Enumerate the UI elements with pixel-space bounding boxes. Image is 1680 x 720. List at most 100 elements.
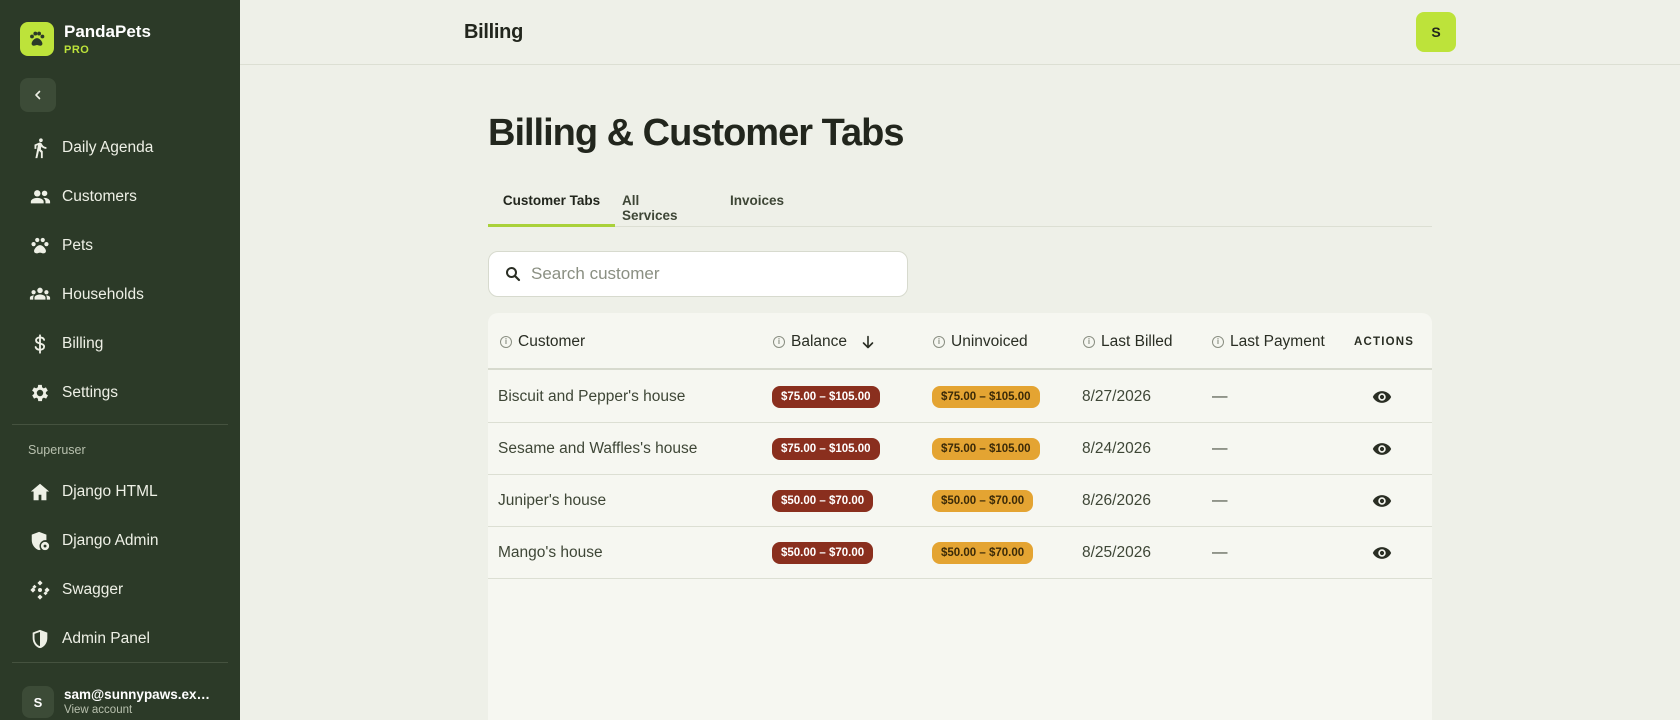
table-row[interactable]: Juniper's house $50.00 – $70.00 $50.00 –… [488, 475, 1432, 527]
sidebar-divider [12, 424, 228, 425]
tab-customer-tabs[interactable]: Customer Tabs [488, 190, 615, 227]
top-bar: Billing S [240, 0, 1680, 65]
sidebar-item-label: Admin Panel [62, 630, 150, 647]
account-email: sam@sunnypaws.example.com [64, 687, 214, 702]
sort-descending-icon[interactable] [861, 335, 875, 349]
column-header-balance[interactable]: i Balance [773, 313, 875, 370]
customer-name[interactable]: Mango's house [498, 527, 603, 579]
column-header-actions: ACTIONS [1354, 335, 1415, 348]
search-box [488, 251, 908, 297]
shield-icon [28, 627, 52, 651]
sidebar-item-admin-panel[interactable]: Admin Panel [0, 617, 240, 661]
table-row[interactable]: Mango's house $50.00 – $70.00 $50.00 – $… [488, 527, 1432, 579]
uninvoiced-badge: $75.00 – $105.00 [932, 438, 1040, 460]
sidebar-item-households[interactable]: Households [0, 273, 240, 317]
brand-tier: PRO [64, 44, 90, 56]
group-icon [28, 283, 52, 307]
collapse-sidebar-button[interactable] [20, 78, 56, 112]
column-header-last-billed[interactable]: i Last Billed [1083, 313, 1173, 370]
sidebar-item-label: Swagger [62, 581, 124, 598]
uninvoiced-badge: $50.00 – $70.00 [932, 490, 1034, 512]
sidebar-item-pets[interactable]: Pets [0, 224, 240, 268]
view-icon[interactable] [1372, 527, 1392, 579]
table-row[interactable]: Biscuit and Pepper's house $75.00 – $105… [488, 371, 1432, 423]
sidebar-item-label: Billing [62, 335, 104, 352]
sidebar-item-swagger[interactable]: Swagger [0, 568, 240, 612]
last-payment: — [1212, 492, 1228, 509]
column-header-last-payment[interactable]: i Last Payment [1212, 313, 1325, 370]
info-icon: i [933, 335, 945, 348]
balance-badge: $50.00 – $70.00 [772, 490, 874, 512]
home-icon [28, 480, 52, 504]
last-billed: 8/27/2026 [1082, 388, 1151, 405]
column-label: Last Payment [1230, 332, 1325, 350]
info-icon: i [773, 335, 785, 348]
sidebar-item-label: Daily Agenda [62, 139, 154, 156]
last-billed: 8/26/2026 [1082, 492, 1151, 509]
tab-all-services[interactable]: All Services [622, 190, 688, 227]
account-menu[interactable]: S sam@sunnypaws.example.com View account [22, 686, 214, 718]
dollar-icon [28, 332, 52, 356]
chevron-left-icon [35, 90, 41, 100]
shield-gear-icon [28, 529, 52, 553]
search-input[interactable] [531, 252, 901, 296]
sidebar-item-label: Pets [62, 237, 94, 254]
brand[interactable]: PandaPets PRO [20, 22, 151, 56]
tab-invoices[interactable]: Invoices [728, 190, 786, 227]
view-icon[interactable] [1372, 423, 1392, 475]
column-label: Balance [791, 332, 848, 350]
last-payment: — [1212, 388, 1228, 405]
sidebar-item-django-admin[interactable]: Django Admin [0, 519, 240, 563]
search-icon [505, 266, 521, 287]
page-title: Billing & Customer Tabs [488, 112, 904, 154]
sidebar-item-billing[interactable]: Billing [0, 322, 240, 366]
people-icon [28, 185, 52, 209]
info-icon: i [1212, 335, 1224, 348]
sidebar-item-label: Django HTML [62, 483, 158, 500]
view-account-link[interactable]: View account [64, 704, 214, 716]
view-icon[interactable] [1372, 371, 1392, 423]
top-bar-title: Billing [464, 21, 524, 43]
last-billed: 8/24/2026 [1082, 440, 1151, 457]
last-billed: 8/25/2026 [1082, 544, 1151, 561]
last-payment: — [1212, 440, 1228, 457]
user-avatar[interactable]: S [1416, 12, 1456, 52]
uninvoiced-badge: $75.00 – $105.00 [932, 386, 1040, 408]
sidebar-item-settings[interactable]: Settings [0, 371, 240, 415]
customer-name[interactable]: Biscuit and Pepper's house [498, 371, 685, 423]
swagger-icon [28, 578, 52, 602]
info-icon: i [1083, 335, 1095, 348]
sidebar-item-label: Django Admin [62, 532, 159, 549]
uninvoiced-badge: $50.00 – $70.00 [932, 542, 1034, 564]
column-header-uninvoiced[interactable]: i Uninvoiced [933, 313, 1028, 370]
gear-icon [28, 381, 52, 405]
sidebar-item-django-html[interactable]: Django HTML [0, 470, 240, 514]
sidebar-divider [12, 662, 228, 663]
balance-badge: $75.00 – $105.00 [772, 438, 880, 460]
customer-name[interactable]: Juniper's house [498, 475, 606, 527]
customer-tabs-table: i Customer i Balance i Uninvoiced i Last… [488, 313, 1432, 720]
sidebar-item-label: Settings [62, 384, 119, 401]
sidebar-section-label: Superuser [28, 443, 86, 457]
paw-logo-icon [20, 22, 54, 56]
balance-badge: $50.00 – $70.00 [772, 542, 874, 564]
sidebar-item-daily-agenda[interactable]: Daily Agenda [0, 126, 240, 170]
balance-badge: $75.00 – $105.00 [772, 386, 880, 408]
avatar: S [22, 686, 54, 718]
sidebar-item-label: Households [62, 286, 144, 303]
tab-bar: Customer Tabs All Services Invoices [488, 190, 1432, 227]
customer-name[interactable]: Sesame and Waffles's house [498, 423, 697, 475]
info-icon: i [500, 335, 512, 348]
column-label: Customer [518, 332, 586, 350]
sidebar-item-customers[interactable]: Customers [0, 175, 240, 219]
column-header-customer[interactable]: i Customer [500, 313, 585, 370]
sidebar: PandaPets PRO Daily Agenda Customers Pet… [0, 0, 240, 720]
table-row[interactable]: Sesame and Waffles's house $75.00 – $105… [488, 423, 1432, 475]
column-label: Uninvoiced [951, 332, 1028, 350]
walk-icon [28, 136, 52, 160]
view-icon[interactable] [1372, 475, 1392, 527]
paw-icon [28, 234, 52, 258]
brand-name: PandaPets [64, 22, 151, 41]
sidebar-item-label: Customers [62, 188, 137, 205]
column-label: Last Billed [1101, 332, 1173, 350]
